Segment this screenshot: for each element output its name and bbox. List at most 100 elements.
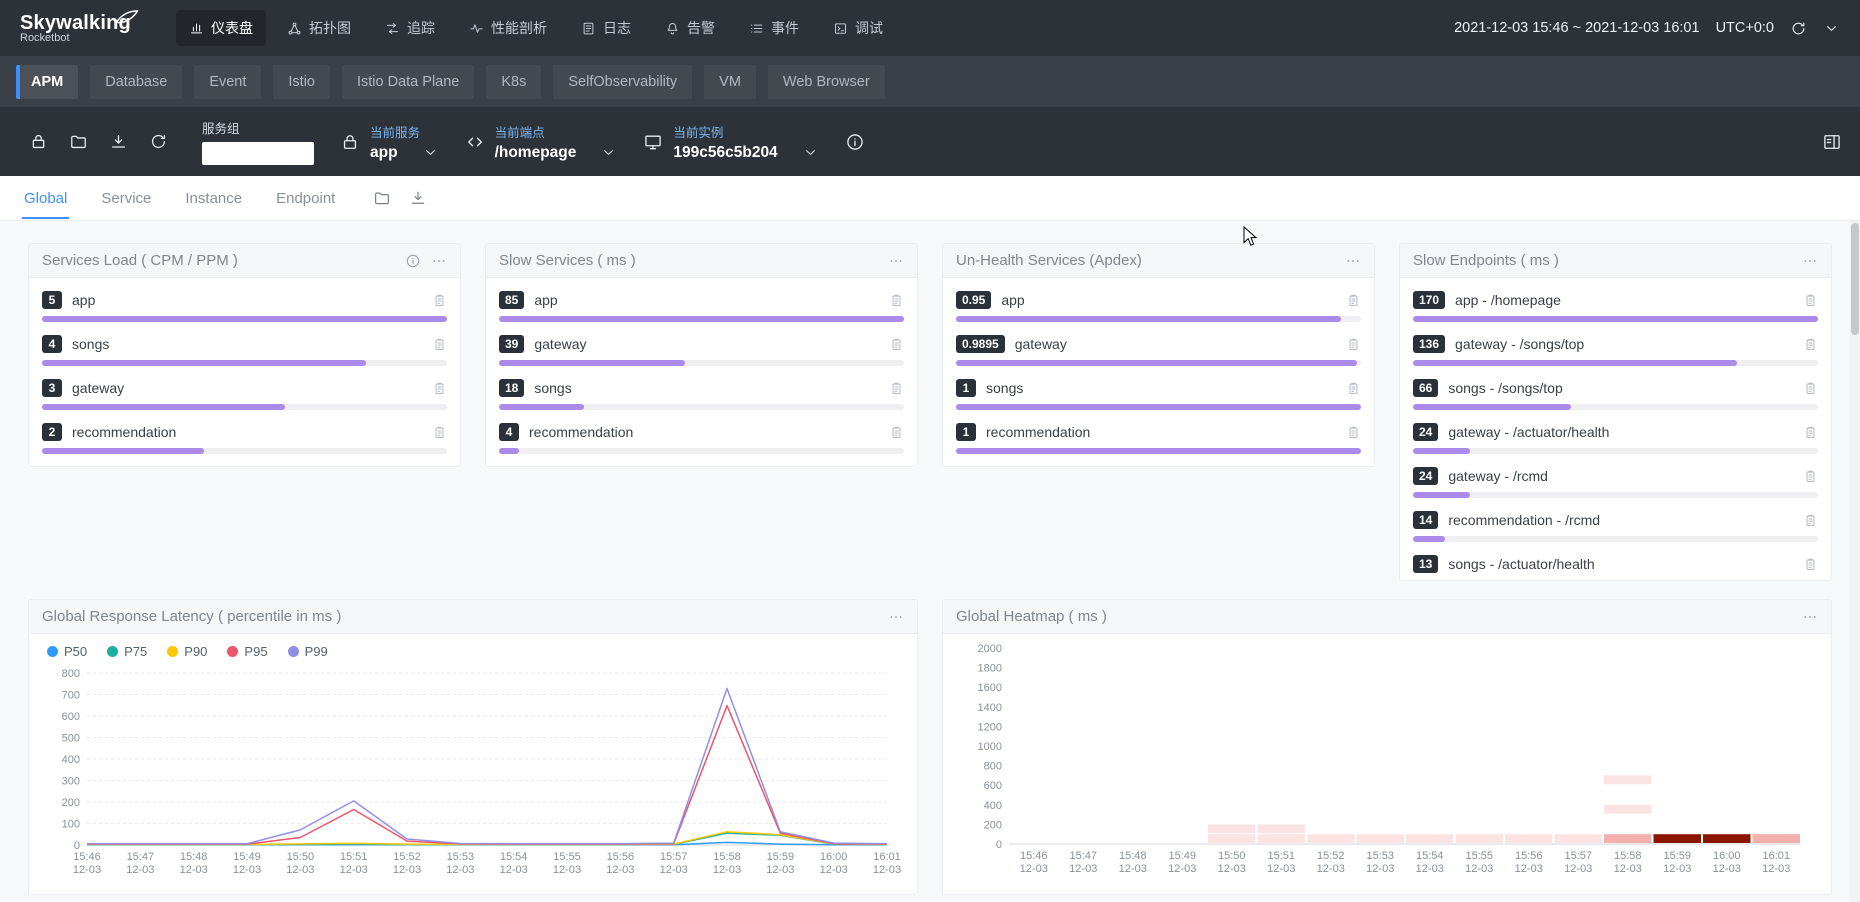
svg-text:15:5512-03: 15:5512-03 <box>553 851 581 876</box>
copy-icon[interactable] <box>889 337 904 352</box>
nav-item-profile[interactable]: 性能剖析 <box>456 10 560 46</box>
folder-icon[interactable] <box>58 132 98 151</box>
copy-icon[interactable] <box>1346 337 1361 352</box>
chevron-down-icon[interactable] <box>600 144 617 161</box>
copy-icon[interactable] <box>1346 293 1361 308</box>
copy-icon[interactable] <box>1803 337 1818 352</box>
svg-text:15:5412-03: 15:5412-03 <box>500 851 528 876</box>
current-service-selector[interactable]: 当前服务 app <box>370 122 439 162</box>
nav-item-trace[interactable]: 追踪 <box>372 10 448 46</box>
copy-icon[interactable] <box>1803 381 1818 396</box>
legend-p75[interactable]: P75 <box>107 644 147 659</box>
service-group-selector: 服务组 <box>202 118 314 165</box>
dashboard-tab-web-browser[interactable]: Web Browser <box>768 65 885 99</box>
dashboard-tab-apm[interactable]: APM <box>16 65 78 99</box>
more-menu-icon[interactable] <box>888 253 904 269</box>
metric-bar <box>499 360 904 366</box>
refresh-icon[interactable] <box>138 132 178 151</box>
lock-icon[interactable] <box>18 132 58 151</box>
more-menu-icon[interactable] <box>431 253 447 269</box>
list-item-main: 39gateway <box>499 335 904 353</box>
copy-icon[interactable] <box>889 381 904 396</box>
folder-icon[interactable] <box>373 189 391 207</box>
download-icon[interactable] <box>98 132 138 151</box>
logo[interactable]: Skywalking Rocketbot <box>20 12 170 44</box>
nav-item-alarm[interactable]: 告警 <box>652 10 728 46</box>
metric-name: songs - /actuator/health <box>1448 556 1594 572</box>
vertical-scrollbar[interactable] <box>1850 221 1860 902</box>
more-menu-icon[interactable] <box>1802 609 1818 625</box>
svg-text:2000: 2000 <box>978 643 1002 655</box>
svg-text:15:5312-03: 15:5312-03 <box>446 851 474 876</box>
svg-text:15:5912-03: 15:5912-03 <box>1663 850 1691 875</box>
copy-icon[interactable] <box>1803 557 1818 572</box>
metric-name: recommendation <box>529 424 633 440</box>
more-menu-icon[interactable] <box>1345 253 1361 269</box>
scrollbar-thumb[interactable] <box>1851 223 1859 335</box>
topbar-right: 2021-12-03 15:46 ~ 2021-12-03 16:01 UTC+… <box>1454 20 1840 37</box>
service-group-input[interactable] <box>202 142 314 165</box>
nav-item-debug[interactable]: 调试 <box>820 10 896 46</box>
legend-p50[interactable]: P50 <box>47 644 87 659</box>
copy-icon[interactable] <box>1803 425 1818 440</box>
metric-cards-row: Services Load ( CPM / PPM )5app4songs3ga… <box>28 243 1832 581</box>
svg-text:15:5812-03: 15:5812-03 <box>713 851 741 876</box>
dashboard-tab-k8s[interactable]: K8s <box>486 65 541 99</box>
dashboard-tab-vm[interactable]: VM <box>704 65 756 99</box>
list-item-main: 24gateway - /rcmd <box>1413 467 1818 485</box>
dashboard-tab-istio-data-plane[interactable]: Istio Data Plane <box>342 65 474 99</box>
dashboard-tab-event[interactable]: Event <box>194 65 261 99</box>
chevron-down-icon[interactable] <box>422 144 439 161</box>
chevron-down-icon[interactable] <box>1823 20 1840 37</box>
copy-icon[interactable] <box>1346 381 1361 396</box>
card-actions <box>1802 609 1818 625</box>
chevron-down-icon[interactable] <box>802 144 819 161</box>
timezone-selector[interactable]: UTC+0:0 <box>1716 20 1774 36</box>
card-actions <box>888 253 904 269</box>
dashboard-tab-selfobservability[interactable]: SelfObservability <box>553 65 692 99</box>
copy-icon[interactable] <box>432 337 447 352</box>
scope-tab-instance[interactable]: Instance <box>183 178 244 219</box>
copy-icon[interactable] <box>1803 469 1818 484</box>
more-menu-icon[interactable] <box>888 609 904 625</box>
copy-icon[interactable] <box>889 293 904 308</box>
copy-icon[interactable] <box>432 381 447 396</box>
list-item: 5app <box>42 282 447 326</box>
copy-icon[interactable] <box>1803 513 1818 528</box>
dashboard-tab-database[interactable]: Database <box>90 65 182 99</box>
copy-icon[interactable] <box>432 293 447 308</box>
info-icon[interactable] <box>845 132 865 152</box>
copy-icon[interactable] <box>1346 425 1361 440</box>
panel-toggle-icon[interactable] <box>1822 132 1842 152</box>
more-menu-icon[interactable] <box>1802 253 1818 269</box>
nav-item-event[interactable]: 事件 <box>736 10 812 46</box>
copy-icon[interactable] <box>889 425 904 440</box>
svg-text:16:0012-03: 16:0012-03 <box>820 851 848 876</box>
nav-item-topology[interactable]: 拓扑图 <box>274 10 364 46</box>
info-icon[interactable] <box>405 253 421 269</box>
card-global-response-latency: Global Response Latency ( percentile in … <box>28 599 918 895</box>
time-range-selector[interactable]: 2021-12-03 15:46 ~ 2021-12-03 16:01 <box>1454 20 1700 36</box>
scope-tab-global[interactable]: Global <box>22 178 69 219</box>
legend-p90[interactable]: P90 <box>167 644 207 659</box>
nav-item-dashboard[interactable]: 仪表盘 <box>176 10 266 46</box>
scope-tab-endpoint[interactable]: Endpoint <box>274 178 337 219</box>
nav-item-log[interactable]: 日志 <box>568 10 644 46</box>
svg-text:15:5412-03: 15:5412-03 <box>1416 850 1444 875</box>
list-item: 136gateway - /songs/top <box>1413 326 1818 370</box>
dashboard-tab-istio[interactable]: Istio <box>273 65 330 99</box>
legend-p99[interactable]: P99 <box>288 644 328 659</box>
auto-refresh-icon[interactable] <box>1790 20 1807 37</box>
scope-tab-service[interactable]: Service <box>99 178 153 219</box>
metric-name: songs <box>72 336 109 352</box>
copy-icon[interactable] <box>432 425 447 440</box>
download-icon[interactable] <box>409 189 427 207</box>
skywalking-app: Skywalking Rocketbot 仪表盘拓扑图追踪性能剖析日志告警事件调… <box>0 0 1860 902</box>
copy-icon[interactable] <box>1803 293 1818 308</box>
legend-p95[interactable]: P95 <box>227 644 267 659</box>
instance-monitor-icon <box>643 132 663 152</box>
svg-text:100: 100 <box>62 819 80 831</box>
metric-value-badge: 5 <box>42 291 62 309</box>
current-endpoint-selector[interactable]: 当前端点 /homepage <box>495 122 618 162</box>
current-instance-selector[interactable]: 当前实例 199c56c5b204 <box>673 122 818 162</box>
